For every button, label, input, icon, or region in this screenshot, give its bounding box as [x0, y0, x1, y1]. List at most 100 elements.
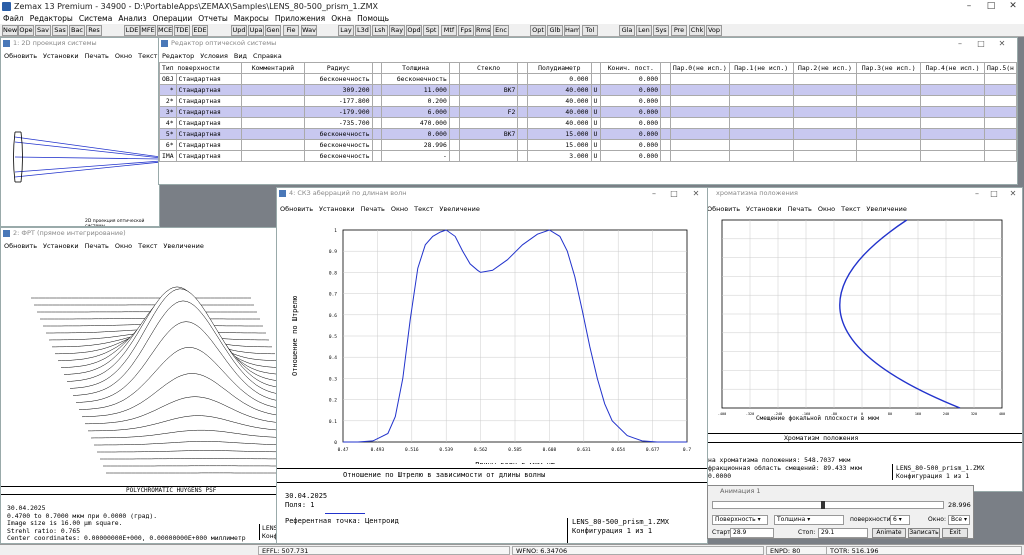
table-cell[interactable]: U — [590, 84, 602, 96]
window-menu-item[interactable]: Печать — [82, 51, 112, 61]
table-cell[interactable]: 40.000 — [527, 106, 592, 118]
table-cell[interactable]: 0.000 — [600, 139, 662, 151]
table-cell[interactable] — [792, 73, 858, 85]
table-cell[interactable] — [448, 150, 460, 162]
window-menu-item[interactable]: Окно — [815, 204, 838, 214]
table-cell[interactable]: U — [590, 150, 602, 162]
stop-input[interactable]: 29.1 — [818, 528, 868, 538]
toolbar-button[interactable]: Pre — [671, 25, 687, 36]
table-cell[interactable] — [669, 106, 730, 118]
table-cell[interactable]: 40.000 — [527, 117, 592, 129]
table-cell[interactable]: бесконечность — [304, 150, 373, 162]
table-row[interactable]: IMA Стандартная бесконечность - 3.000 U 0.000 — [159, 150, 1017, 162]
table-cell[interactable] — [792, 150, 858, 162]
minimize-icon[interactable]: – — [647, 188, 661, 199]
table-cell[interactable] — [792, 117, 858, 129]
table-cell[interactable] — [660, 73, 671, 85]
table-row[interactable]: 2* Стандартная -177.800 0.200 40.000 U 0.000 — [159, 95, 1017, 107]
column-header[interactable] — [448, 62, 460, 74]
table-row[interactable]: OBJ Стандартная бесконечность бесконечность… — [159, 73, 1017, 85]
table-cell[interactable] — [983, 117, 1017, 129]
table-cell[interactable] — [669, 84, 730, 96]
window-menu-item[interactable]: Текст — [135, 241, 160, 251]
window-menu-item[interactable]: Установки — [316, 204, 358, 214]
parameter-select[interactable]: Толщина ▾ — [774, 515, 844, 525]
table-cell[interactable] — [728, 117, 794, 129]
window-menu-item[interactable]: Обновить — [277, 204, 316, 214]
table-cell[interactable] — [920, 95, 985, 107]
window-menu-item[interactable]: Текст — [135, 51, 159, 61]
maximize-icon[interactable]: □ — [987, 188, 1001, 199]
table-cell[interactable] — [669, 128, 730, 140]
table-cell[interactable] — [448, 73, 460, 85]
table-cell[interactable]: * — [159, 84, 177, 96]
table-cell[interactable] — [660, 139, 671, 151]
table-cell[interactable]: F2 — [458, 106, 519, 118]
type-select[interactable]: Поверхность ▾ — [712, 515, 768, 525]
table-cell[interactable] — [983, 84, 1017, 96]
window-menu-item[interactable]: Печать — [785, 204, 815, 214]
table-cell[interactable] — [920, 73, 985, 85]
window-menu-item[interactable]: Окно — [388, 204, 411, 214]
table-cell[interactable] — [458, 139, 519, 151]
table-cell[interactable] — [448, 139, 460, 151]
window-menu-item[interactable]: Обновить — [1, 51, 40, 61]
table-cell[interactable] — [856, 150, 922, 162]
window-menu-item[interactable]: Обновить — [704, 204, 743, 214]
column-header[interactable] — [517, 62, 529, 74]
window-menu-item[interactable]: Окно — [112, 241, 135, 251]
table-cell[interactable] — [660, 84, 671, 96]
table-cell[interactable] — [792, 84, 858, 96]
table-cell[interactable] — [240, 139, 306, 151]
table-row[interactable]: 4* Стандартная -735.700 470.000 40.000 U 0.000 — [159, 117, 1017, 129]
table-cell[interactable]: 15.000 — [527, 139, 592, 151]
table-cell[interactable] — [660, 117, 671, 129]
table-cell[interactable] — [983, 150, 1017, 162]
column-header[interactable]: Стекло — [458, 62, 519, 74]
window-menu-item[interactable]: Увеличение — [436, 204, 482, 214]
table-cell[interactable] — [240, 150, 306, 162]
table-cell[interactable] — [458, 95, 519, 107]
table-cell[interactable]: 3* — [159, 106, 177, 118]
table-cell[interactable] — [371, 128, 383, 140]
table-cell[interactable]: -177.800 — [304, 95, 373, 107]
menu-item[interactable]: Отчеты — [195, 13, 231, 24]
table-cell[interactable] — [660, 128, 671, 140]
column-header[interactable]: Радиус — [304, 62, 373, 74]
window-menu-item[interactable]: Печать — [82, 241, 112, 251]
table-cell[interactable]: Стандартная — [175, 84, 242, 96]
table-cell[interactable]: 309.200 — [304, 84, 373, 96]
table-cell[interactable]: U — [590, 117, 602, 129]
table-cell[interactable] — [983, 73, 1017, 85]
table-cell[interactable]: U — [590, 106, 602, 118]
toolbar-button[interactable]: Upd — [231, 25, 247, 36]
table-cell[interactable] — [728, 106, 794, 118]
table-cell[interactable] — [660, 95, 671, 107]
table-cell[interactable]: 0.200 — [381, 95, 450, 107]
menu-item[interactable]: Операции — [150, 13, 196, 24]
window-menu-item[interactable]: Текст — [411, 204, 436, 214]
toolbar-button[interactable]: Mtf — [441, 25, 457, 36]
toolbar-button[interactable]: MFE — [140, 25, 156, 36]
table-cell[interactable] — [983, 106, 1017, 118]
table-cell[interactable]: бесконечность — [304, 128, 373, 140]
table-cell[interactable]: Стандартная — [175, 139, 242, 151]
minimize-icon[interactable]: – — [970, 188, 984, 199]
start-input[interactable]: 28.9 — [730, 528, 774, 538]
column-header[interactable]: Пар.2(не исп.) — [792, 62, 858, 74]
toolbar-button[interactable]: Sas — [52, 25, 68, 36]
table-cell[interactable] — [458, 73, 519, 85]
table-cell[interactable]: U — [590, 139, 602, 151]
column-header[interactable]: Конич. пост. — [600, 62, 662, 74]
table-cell[interactable] — [240, 128, 306, 140]
table-cell[interactable] — [517, 95, 529, 107]
table-cell[interactable]: бесконечность — [381, 73, 450, 85]
table-cell[interactable]: 2* — [159, 95, 177, 107]
toolbar-button[interactable]: Lay — [338, 25, 354, 36]
table-cell[interactable]: бесконечность — [304, 139, 373, 151]
exit-button[interactable]: Exit — [942, 528, 968, 538]
table-cell[interactable] — [371, 117, 383, 129]
column-header[interactable] — [371, 62, 383, 74]
table-cell[interactable] — [371, 95, 383, 107]
window-menu-item[interactable]: Окно — [112, 51, 135, 61]
